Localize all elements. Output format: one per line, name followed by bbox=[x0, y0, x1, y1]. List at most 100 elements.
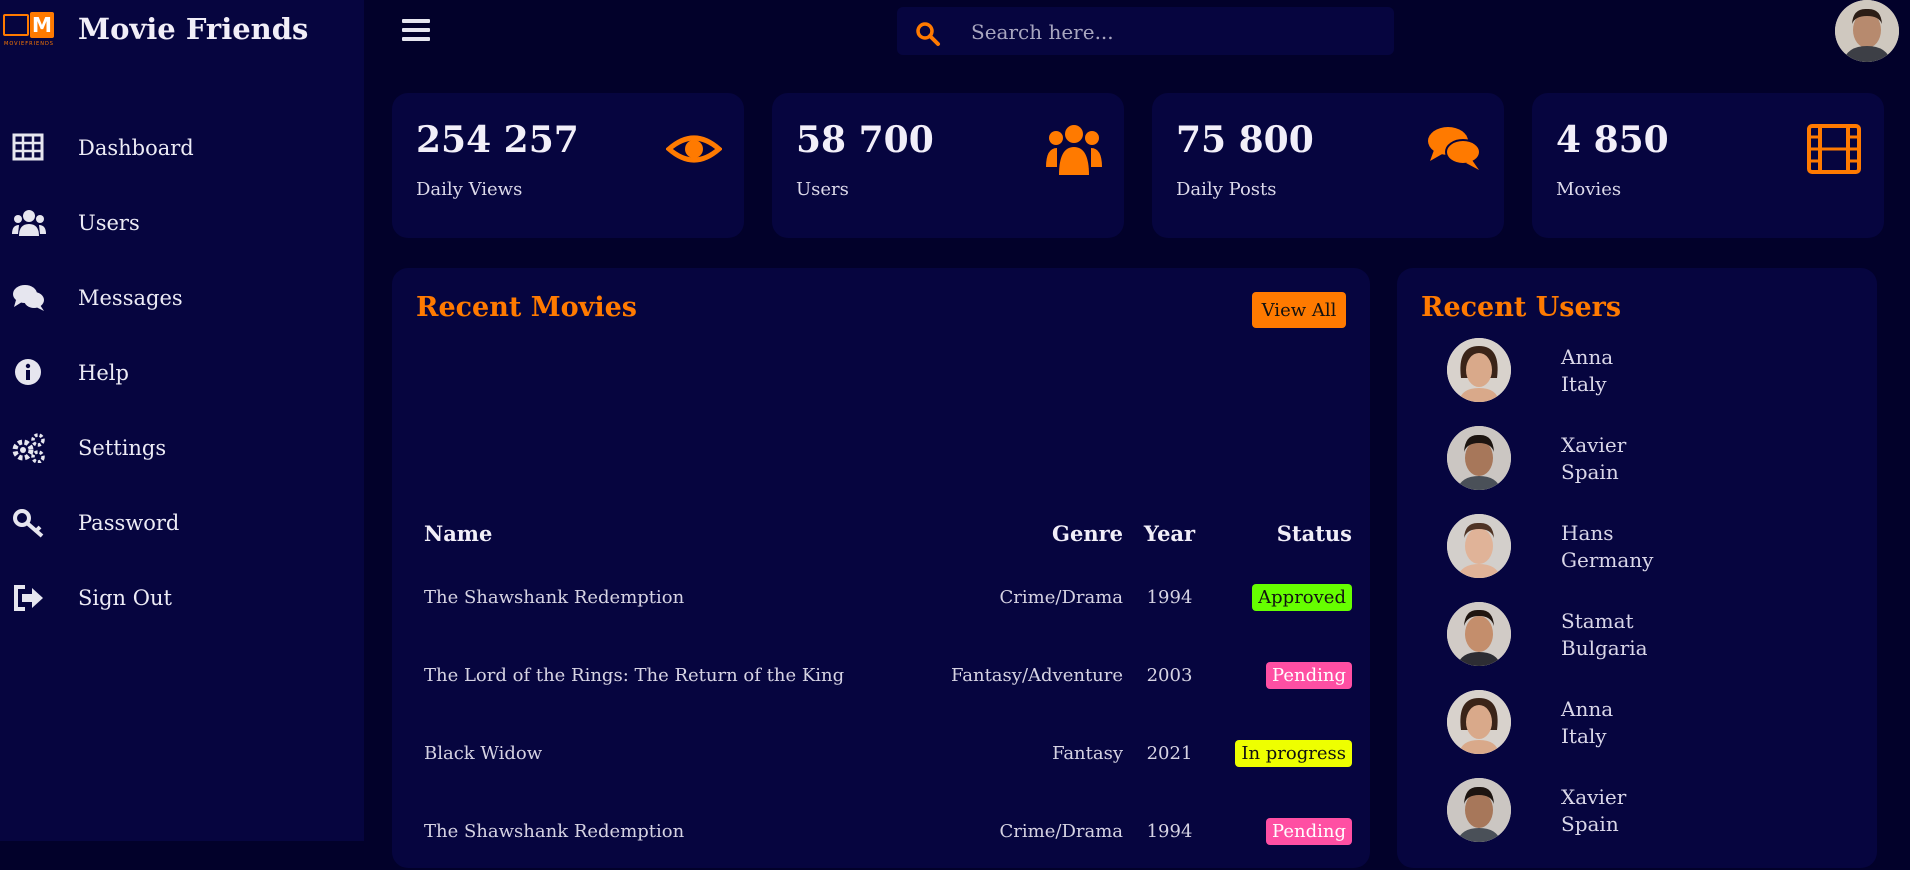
man-face-icon bbox=[1447, 514, 1511, 578]
man-face-icon bbox=[1447, 778, 1511, 842]
movie-genre: Fantasy/Adventure bbox=[950, 664, 1124, 686]
user-name: Stamat bbox=[1561, 609, 1634, 633]
search-input[interactable] bbox=[969, 7, 1383, 57]
profile-avatar[interactable] bbox=[1835, 0, 1899, 62]
sidebar: M MOVIEFRIENDS Movie Friends Dashboard U… bbox=[0, 0, 364, 841]
stat-card-movies[interactable]: 4 850 Movies bbox=[1532, 93, 1884, 238]
user-name: Anna bbox=[1561, 697, 1614, 721]
hamburger-menu-button[interactable] bbox=[402, 19, 430, 43]
column-header-year[interactable]: Year bbox=[1131, 508, 1208, 558]
sidebar-item-label: Sign Out bbox=[78, 585, 172, 610]
comments-icon bbox=[13, 284, 44, 311]
gears-icon bbox=[12, 432, 45, 463]
status-badge: Pending bbox=[1266, 817, 1352, 845]
user-country: Italy bbox=[1561, 724, 1607, 748]
sidebar-item-messages[interactable]: Messages bbox=[0, 260, 364, 335]
sidebar-item-label: Password bbox=[78, 510, 180, 535]
movie-name: The Shawshank Redemption bbox=[424, 820, 685, 842]
sidebar-item-label: Dashboard bbox=[78, 135, 194, 160]
users-icon bbox=[1046, 125, 1102, 175]
list-item[interactable]: Anna Italy bbox=[1447, 690, 1747, 758]
sign-out-icon bbox=[14, 584, 43, 611]
eye-icon bbox=[666, 135, 722, 163]
user-name: Hans bbox=[1561, 521, 1614, 545]
user-country: Italy bbox=[1561, 372, 1607, 396]
stat-label: Daily Views bbox=[416, 179, 523, 200]
recent-users-panel: Recent Users Anna Italy Xavier Spain Han… bbox=[1397, 268, 1877, 868]
stat-card-users[interactable]: 58 700 Users bbox=[772, 93, 1124, 238]
user-name: Anna bbox=[1561, 345, 1614, 369]
list-item[interactable]: Stamat Bulgaria bbox=[1447, 602, 1747, 670]
logo-small-text: MOVIEFRIENDS bbox=[4, 41, 54, 47]
sidebar-item-label: Messages bbox=[78, 285, 183, 310]
sidebar-item-help[interactable]: Help bbox=[0, 335, 364, 410]
brand[interactable]: M MOVIEFRIENDS Movie Friends bbox=[0, 10, 308, 50]
man-face-icon bbox=[1447, 602, 1511, 666]
view-all-button[interactable]: View All bbox=[1252, 292, 1346, 328]
movie-year: 1994 bbox=[1146, 586, 1193, 608]
man-face-icon bbox=[1835, 0, 1899, 62]
stat-label: Users bbox=[796, 179, 849, 200]
search-icon[interactable] bbox=[915, 21, 941, 47]
status-badge: In progress bbox=[1235, 739, 1352, 767]
man-face-icon bbox=[1447, 426, 1511, 490]
movie-genre: Crime/Drama bbox=[999, 586, 1124, 608]
sidebar-item-sign-out[interactable]: Sign Out bbox=[0, 560, 364, 635]
table-row[interactable]: The Lord of the Rings: The Return of the… bbox=[416, 636, 1360, 714]
user-country: Spain bbox=[1561, 460, 1619, 484]
user-name: Xavier bbox=[1561, 785, 1627, 809]
movie-name: The Shawshank Redemption bbox=[424, 586, 685, 608]
stat-value: 75 800 bbox=[1176, 119, 1314, 161]
comments-icon bbox=[1428, 127, 1481, 170]
avatar bbox=[1447, 602, 1511, 666]
user-country: Bulgaria bbox=[1561, 636, 1648, 660]
status-badge: Pending bbox=[1266, 661, 1352, 689]
sidebar-item-password[interactable]: Password bbox=[0, 485, 364, 560]
column-header-name[interactable]: Name bbox=[416, 508, 916, 558]
list-item[interactable]: Hans Germany bbox=[1447, 514, 1747, 582]
stat-label: Movies bbox=[1556, 179, 1622, 200]
search-bar bbox=[897, 7, 1394, 57]
movie-status-cell: Pending bbox=[1208, 636, 1360, 714]
avatar bbox=[1447, 514, 1511, 578]
stat-card-daily-views[interactable]: 254 257 Daily Views bbox=[392, 93, 744, 238]
table-row[interactable]: The Shawshank Redemption Crime/Drama 199… bbox=[416, 792, 1360, 870]
avatar bbox=[1447, 426, 1511, 490]
table-icon bbox=[12, 133, 44, 160]
list-item[interactable]: Anna Italy bbox=[1447, 338, 1747, 406]
table-row[interactable]: The Shawshank Redemption Crime/Drama 199… bbox=[416, 558, 1360, 636]
sidebar-item-label: Users bbox=[78, 210, 140, 235]
brand-name: Movie Friends bbox=[78, 12, 309, 46]
menu-bar bbox=[402, 37, 430, 41]
movie-status-cell: Approved bbox=[1208, 558, 1360, 636]
table-row[interactable]: Black Widow Fantasy 2021 In progress bbox=[416, 714, 1360, 792]
movie-genre: Fantasy bbox=[1052, 742, 1124, 764]
stat-card-daily-posts[interactable]: 75 800 Daily Posts bbox=[1152, 93, 1504, 238]
sidebar-item-settings[interactable]: Settings bbox=[0, 410, 364, 485]
column-header-genre[interactable]: Genre bbox=[916, 508, 1131, 558]
movie-genre: Crime/Drama bbox=[999, 820, 1124, 842]
user-country: Spain bbox=[1561, 812, 1619, 836]
status-badge: Approved bbox=[1252, 583, 1352, 611]
user-name: Xavier bbox=[1561, 433, 1627, 457]
movie-year: 2003 bbox=[1146, 664, 1193, 686]
recent-movies-title: Recent Movies bbox=[416, 292, 637, 323]
film-icon bbox=[1807, 124, 1861, 174]
column-header-status[interactable]: Status bbox=[1208, 508, 1360, 558]
movie-status-cell: Pending bbox=[1208, 792, 1360, 870]
movie-year: 1994 bbox=[1146, 820, 1193, 842]
sidebar-nav: Dashboard Users Messages Help Settings P… bbox=[0, 110, 364, 635]
woman-face-icon bbox=[1447, 338, 1511, 402]
avatar bbox=[1447, 690, 1511, 754]
sidebar-item-label: Help bbox=[78, 360, 129, 385]
logo: M MOVIEFRIENDS bbox=[0, 10, 58, 50]
sidebar-item-users[interactable]: Users bbox=[0, 185, 364, 260]
sidebar-item-dashboard[interactable]: Dashboard bbox=[0, 110, 364, 185]
stat-value: 254 257 bbox=[416, 119, 579, 161]
recent-users-title: Recent Users bbox=[1421, 292, 1622, 323]
menu-bar bbox=[402, 19, 430, 23]
movie-name: Black Widow bbox=[424, 742, 543, 764]
list-item[interactable]: Xavier Spain bbox=[1447, 778, 1747, 846]
movie-name: The Lord of the Rings: The Return of the… bbox=[424, 664, 845, 686]
list-item[interactable]: Xavier Spain bbox=[1447, 426, 1747, 494]
